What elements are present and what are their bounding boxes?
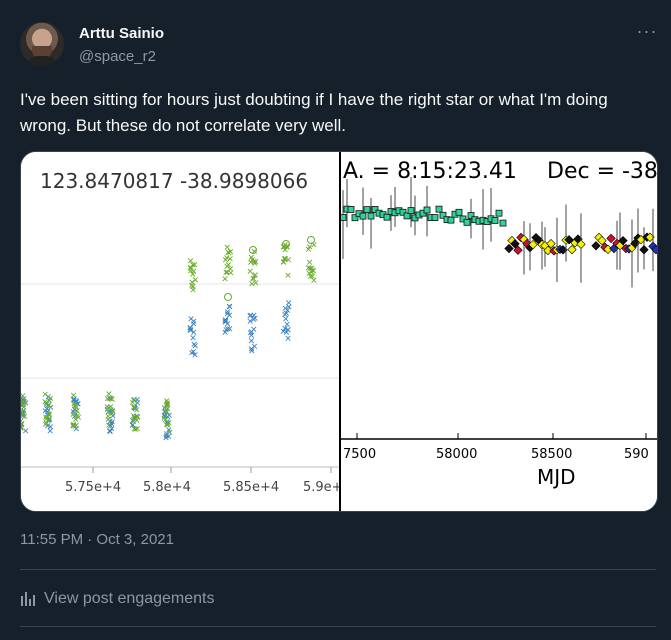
right-plot-title-dec: Dec = -38 — [547, 159, 657, 184]
blue-point: ✕ — [248, 347, 256, 357]
x-tick-label: 5.75e+4 — [65, 480, 121, 495]
x-tick-label: 58000 — [436, 447, 477, 462]
divider — [20, 626, 656, 627]
teal-point — [347, 206, 355, 213]
view-engagements-link[interactable]: View post engagements — [20, 590, 214, 608]
blue-point: ✕ — [188, 349, 196, 359]
teal-point — [383, 213, 391, 221]
teal-point — [341, 214, 347, 221]
left-plot-ticks: 5.75e+4 5.8e+4 5.85e+4 5.9e+ — [65, 467, 343, 495]
diamond-point — [606, 233, 616, 244]
green-point: ✕ — [190, 268, 198, 278]
x-tick-label: 5.9e+ — [303, 480, 339, 495]
tweet-header: Arttu Sainio @space_r2 ··· — [20, 22, 660, 70]
right-plot-svg: A. = 8:15:23.41 Dec = -38 7500 58000 58500… — [341, 159, 657, 489]
teal-point — [491, 217, 499, 224]
author-name[interactable]: Arttu Sainio — [79, 25, 164, 42]
left-plot-panel: 123.8470817 -38.9898066 ✕ ✕ ✕ ✕ ✕ ✕ ✕ ✕ ✕ ✕ ✕ ✕ ✕ ✕ ✕ ✕… — [21, 152, 343, 511]
left-plot-title: 123.8470817 -38.9898066 — [40, 169, 308, 193]
divider — [20, 569, 656, 570]
blue-point: ✕ — [189, 334, 197, 344]
teal-point — [455, 208, 463, 216]
teal-point — [463, 218, 471, 226]
media-image[interactable]: 123.8470817 -38.9898066 ✕ ✕ ✕ ✕ ✕ ✕ ✕ ✕ ✕ ✕ ✕ ✕ ✕ ✕ ✕ ✕… — [20, 151, 658, 512]
green-point: ✕ — [189, 283, 197, 293]
view-engagements-label: View post engagements — [44, 590, 215, 607]
green-point: ✕ — [75, 413, 83, 423]
green-point: ✕ — [310, 276, 318, 286]
right-plot-points — [341, 177, 657, 288]
blue-point: ✕ — [279, 327, 287, 337]
tweet-text: I've been sitting for hours just doubtin… — [20, 90, 608, 135]
blue-point: ✕ — [187, 324, 195, 334]
teal-point — [431, 214, 439, 221]
blue-point: ✕ — [282, 315, 290, 325]
green-point: ✕ — [21, 413, 28, 423]
right-plot-xlabel: MJD — [537, 465, 576, 489]
teal-point — [423, 206, 431, 214]
x-tick-label: 5.85e+4 — [223, 480, 279, 495]
left-plot-points: ✕✕✕✕✕✕✕✕✕✕✕✕✕✕✕✕✕✕✕✕✕✕✕✕✕✕✕✕✕✕✕✕✕✕✕✕✕✕✕✕… — [21, 236, 318, 444]
green-point: ✕ — [306, 243, 314, 253]
green-point: ✕ — [21, 392, 26, 402]
right-plot-panel: A. = 8:15:23.41 Dec = -38 7500 58000 58500… — [341, 152, 657, 511]
teal-point — [447, 216, 455, 224]
green-point: ✕ — [105, 422, 113, 432]
green-point: ✕ — [134, 413, 142, 423]
author-handle[interactable]: @space_r2 — [79, 48, 156, 65]
green-outlier — [224, 293, 232, 301]
blue-point: ✕ — [226, 303, 234, 313]
x-tick-label: 7500 — [343, 447, 376, 462]
bar-chart-icon — [20, 591, 36, 607]
green-point: ✕ — [284, 271, 292, 281]
x-tick-label: 590 — [624, 447, 649, 462]
green-point: ✕ — [249, 256, 257, 266]
green-point: ✕ — [305, 264, 313, 274]
green-point: ✕ — [132, 426, 140, 436]
diamond-point — [504, 243, 514, 254]
left-plot-svg: 123.8470817 -38.9898066 ✕✕✕✕✕✕✕✕✕✕✕✕✕✕✕✕… — [21, 169, 343, 495]
green-point: ✕ — [104, 395, 112, 405]
blue-point: ✕ — [250, 315, 258, 325]
teal-point — [367, 212, 375, 220]
teal-point — [435, 205, 443, 213]
blue-point: ✕ — [281, 304, 289, 314]
diamond-point — [639, 245, 649, 255]
green-point: ✕ — [285, 256, 293, 266]
tweet-timestamp[interactable]: 11:55 PM · Oct 3, 2021 — [20, 531, 174, 548]
x-tick-label: 58500 — [531, 447, 572, 462]
more-options-icon[interactable]: ··· — [634, 22, 660, 48]
green-point: ✕ — [161, 408, 169, 418]
blue-point: ✕ — [224, 325, 232, 335]
right-plot-ticks: 7500 58000 58500 590 — [343, 433, 649, 462]
avatar-shirt — [26, 56, 58, 66]
right-plot-title-ra: A. = 8:15:23.41 — [343, 159, 517, 184]
teal-point — [363, 206, 371, 214]
teal-point — [499, 219, 507, 227]
green-point: ✕ — [221, 275, 229, 285]
green-point: ✕ — [41, 391, 49, 401]
green-point: ✕ — [43, 415, 51, 425]
teal-point — [407, 207, 415, 215]
diamond-point — [591, 241, 601, 251]
green-point: ✕ — [248, 280, 256, 290]
green-point: ✕ — [130, 403, 138, 413]
x-tick-label: 5.8e+4 — [143, 480, 191, 495]
avatar[interactable] — [20, 22, 64, 66]
green-point: ✕ — [225, 249, 233, 259]
teal-point — [495, 209, 503, 217]
blue-point: ✕ — [247, 329, 255, 339]
green-point: ✕ — [109, 409, 117, 419]
teal-point — [359, 212, 367, 220]
green-point: ✕ — [166, 428, 174, 438]
